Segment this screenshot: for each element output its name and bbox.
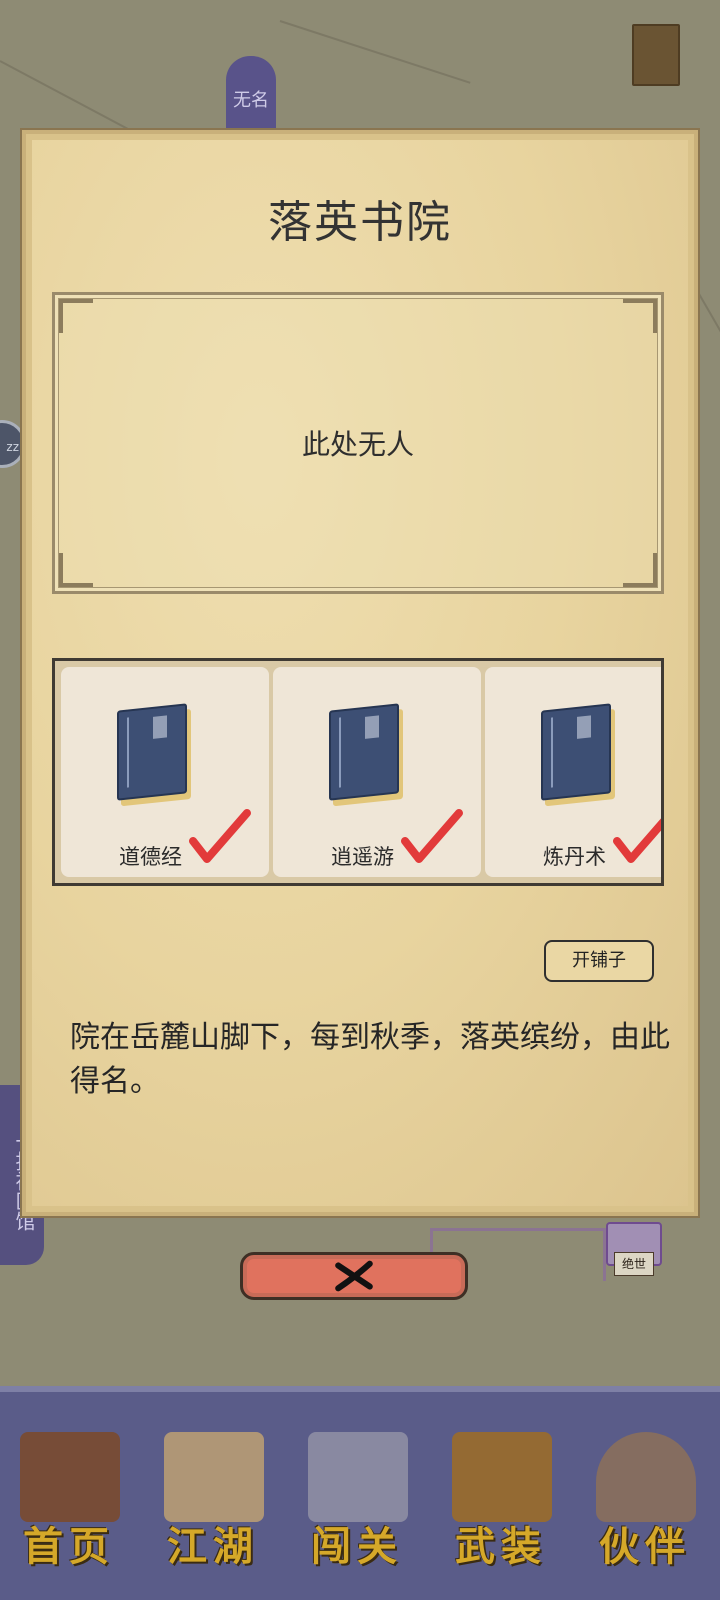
- item-list: 道德经 逍遥游 炼丹术: [52, 658, 664, 886]
- nav-label: 伙伴: [599, 1523, 691, 1570]
- map-location-tag[interactable]: 无名: [226, 56, 276, 136]
- nav-label: 闯关: [311, 1523, 403, 1570]
- dialog-title: 落英书院: [268, 197, 452, 248]
- item-name: 道德经: [119, 845, 182, 869]
- close-button[interactable]: [240, 1252, 468, 1300]
- empty-occupant-text: 此处无人: [301, 428, 414, 461]
- checkmark-icon: [189, 809, 251, 863]
- scroll-map-icon: [164, 1432, 264, 1522]
- map-book-icon[interactable]: [632, 24, 680, 86]
- checkmark-icon: [613, 818, 661, 863]
- map-path: [279, 20, 471, 84]
- nav-item-home[interactable]: 首页: [4, 1402, 134, 1592]
- nav-label: 首页: [23, 1523, 115, 1570]
- checkmark-icon: [401, 809, 463, 863]
- map-shop-label: 绝世: [614, 1252, 654, 1276]
- book-icon: [541, 703, 611, 801]
- crossed-swords-icon: [308, 1432, 408, 1522]
- item-card-xiaoyaoyou[interactable]: 逍遥游: [273, 667, 481, 877]
- frame-corner: [623, 553, 657, 587]
- nav-item-partners[interactable]: 伙伴: [580, 1402, 710, 1592]
- location-description: 院在岳麓山脚下，每到秋季，落英缤纷，由此得名。: [70, 1020, 670, 1099]
- location-dialog: 落英书院 此处无人 道德经 逍遥游 炼丹术 开铺子 院在岳麓山脚下，每到秋季，落…: [22, 130, 698, 1216]
- item-name: 炼丹术: [543, 845, 606, 869]
- open-shop-button[interactable]: 开铺子: [544, 940, 654, 982]
- book-icon: [329, 703, 399, 801]
- close-x-icon: [335, 1260, 373, 1292]
- nav-label: 武装: [455, 1523, 547, 1570]
- temple-icon: [20, 1432, 120, 1522]
- frame-corner: [59, 553, 93, 587]
- nav-item-challenge[interactable]: 闯关: [292, 1402, 422, 1592]
- item-card-liandanshu[interactable]: 炼丹术: [485, 667, 661, 877]
- item-card-daodejing[interactable]: 道德经: [61, 667, 269, 877]
- nav-label: 江湖: [167, 1523, 259, 1570]
- frame-corner: [623, 299, 657, 333]
- partners-icon: [596, 1432, 696, 1522]
- item-name: 逍遥游: [331, 845, 394, 869]
- armor-icon: [452, 1432, 552, 1522]
- frame-corner: [59, 299, 93, 333]
- bottom-nav: 首页 江湖 闯关 武装 伙伴: [0, 1386, 720, 1600]
- nav-item-jianghu[interactable]: 江湖: [148, 1402, 278, 1592]
- nav-item-armory[interactable]: 武装: [436, 1402, 566, 1592]
- occupant-panel: 此处无人: [52, 292, 664, 594]
- book-icon: [117, 703, 187, 801]
